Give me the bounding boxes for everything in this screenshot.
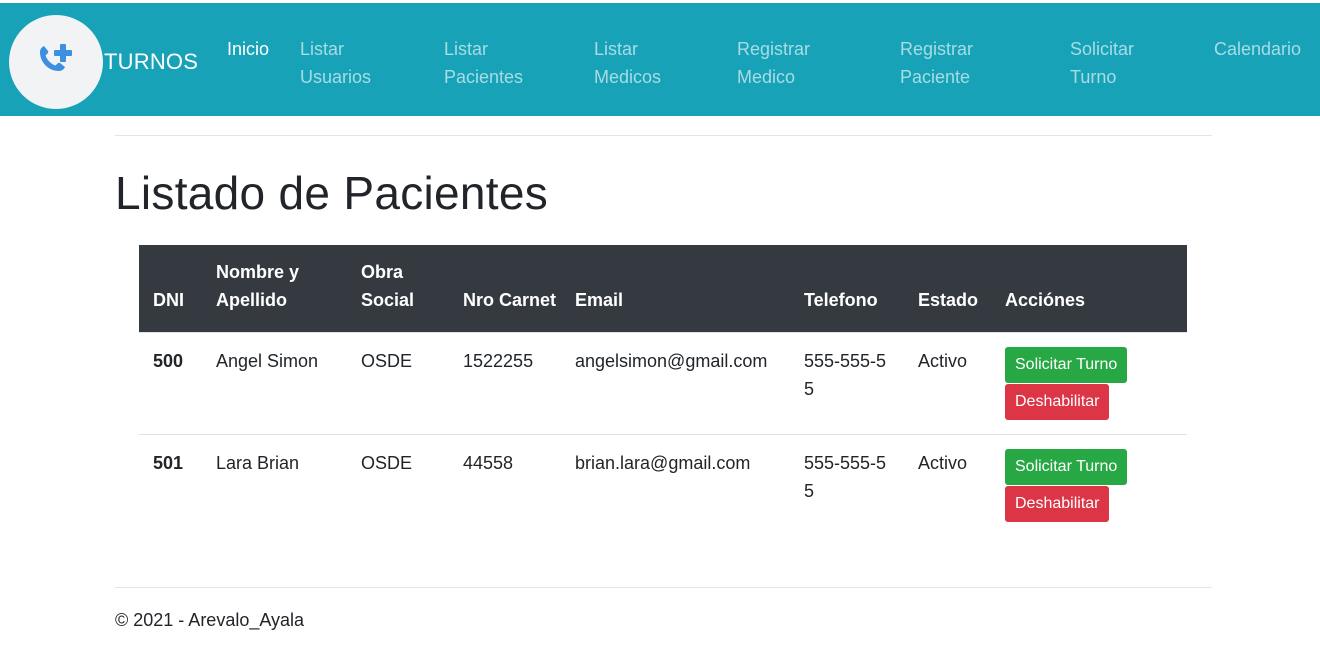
top-divider: [115, 135, 1212, 136]
cell-email: brian.lara@gmail.com: [561, 433, 790, 536]
nav-item-calendario[interactable]: Calendario: [1214, 35, 1301, 63]
cell-dni: 501: [139, 433, 202, 536]
deshabilitar-button[interactable]: Deshabilitar: [1005, 383, 1110, 420]
header-obra-social: Obra Social: [361, 261, 415, 310]
header-dni: DNI: [153, 289, 184, 310]
header-email: Email: [575, 289, 624, 310]
solicitar-turno-button[interactable]: Solicitar Turno: [1005, 448, 1128, 485]
footer-copyright: © 2021 - Arevalo_Ayala: [115, 610, 305, 630]
table-row: 500 Angel Simon OSDE 1522255 angelsimon@…: [139, 331, 1187, 434]
patients-table: DNI Nombre y Apellido Obra Social Nro Ca…: [139, 245, 1187, 536]
cell-email: angelsimon@gmail.com: [561, 331, 790, 434]
nav-item-listar-pacientes[interactable]: Listar Pacientes: [444, 35, 523, 91]
footer-divider: [115, 587, 1212, 588]
table-row: 501 Lara Brian OSDE 44558 brian.lara@gma…: [139, 433, 1187, 536]
nav-item-solicitar-turno[interactable]: Solicitar Turno: [1070, 35, 1134, 91]
header-telefono: Telefono: [804, 289, 878, 310]
nav-item-inicio[interactable]: Inicio: [227, 35, 269, 63]
nav-item-listar-medicos[interactable]: Listar Medicos: [594, 35, 661, 91]
cell-acciones: Solicitar Turno Deshabilitar: [991, 433, 1187, 536]
cell-nro-carnet: 44558: [449, 433, 561, 536]
page-title: Listado de Pacientes: [115, 167, 549, 219]
header-nombre: Nombre y Apellido: [216, 261, 300, 310]
cell-acciones: Solicitar Turno Deshabilitar: [991, 331, 1187, 434]
table-header-row: DNI Nombre y Apellido Obra Social Nro Ca…: [139, 245, 1187, 332]
cell-nombre: Angel Simon: [202, 331, 347, 434]
cell-nombre: Lara Brian: [202, 433, 347, 536]
cell-telefono: 555-555-55: [790, 331, 904, 434]
cell-estado: Activo: [904, 433, 991, 536]
header-estado: Estado: [918, 289, 979, 310]
nav-item-registrar-paciente[interactable]: Registrar Paciente: [900, 35, 973, 91]
solicitar-turno-button[interactable]: Solicitar Turno: [1005, 346, 1128, 383]
phone-plus-icon: [40, 44, 72, 71]
cell-nro-carnet: 1522255: [449, 331, 561, 434]
header-nro-carnet: Nro Carnet: [463, 289, 557, 310]
header-acciones: Acciónes: [1005, 289, 1086, 310]
logo[interactable]: [9, 15, 103, 109]
cell-estado: Activo: [904, 331, 991, 434]
navbar: TURNOS Inicio Listar Usuarios Listar Pac…: [0, 3, 1320, 116]
cell-dni: 500: [139, 331, 202, 434]
cell-obra-social: OSDE: [347, 331, 449, 434]
deshabilitar-button[interactable]: Deshabilitar: [1005, 485, 1110, 522]
cell-telefono: 555-555-55: [790, 433, 904, 536]
nav-item-registrar-medico[interactable]: Registrar Medico: [737, 35, 810, 91]
brand-title[interactable]: TURNOS: [104, 49, 198, 75]
nav-item-listar-usuarios[interactable]: Listar Usuarios: [300, 35, 371, 91]
cell-obra-social: OSDE: [347, 433, 449, 536]
